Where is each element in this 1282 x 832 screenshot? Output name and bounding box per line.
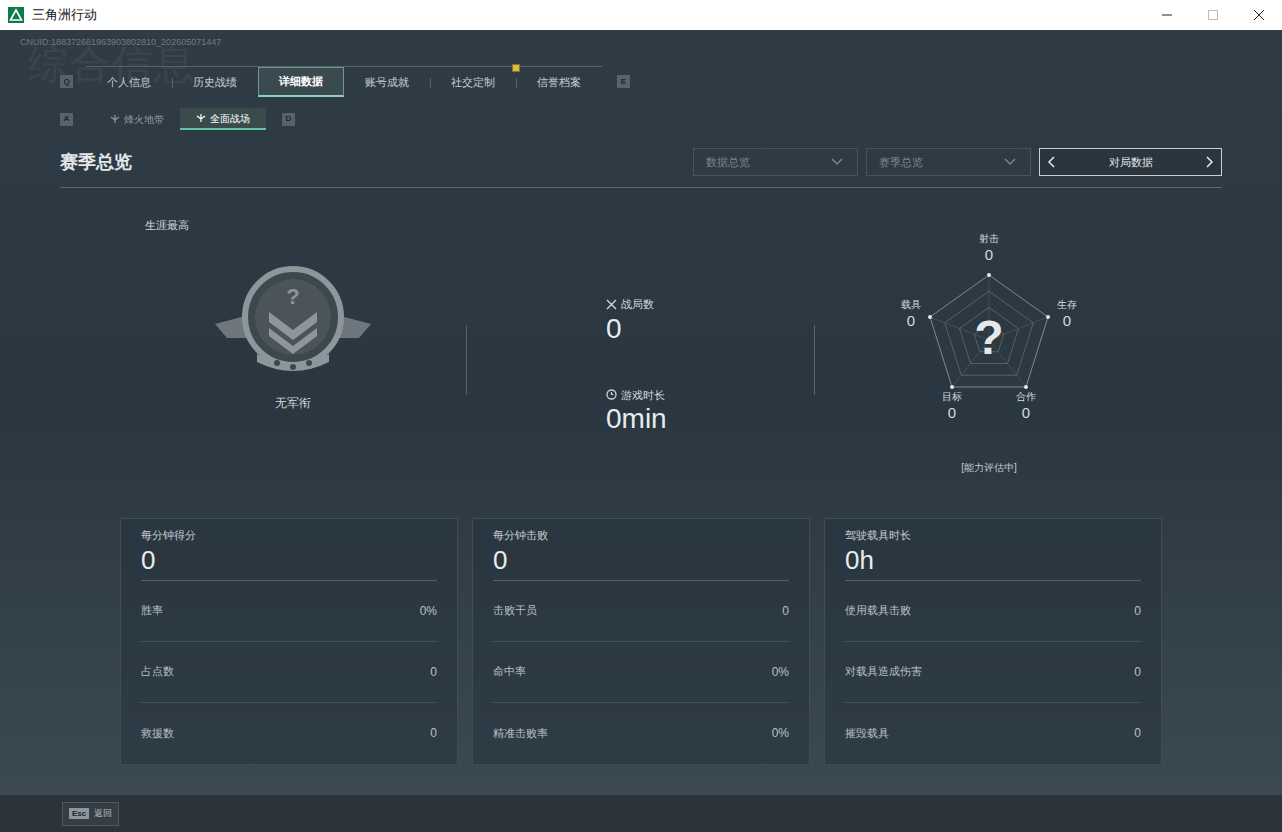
radar-axis: 合作0 (1001, 390, 1051, 422)
card-value: 0h (845, 544, 1141, 581)
main-tab[interactable]: 详细数据 (258, 67, 344, 97)
main-tab[interactable]: 历史战绩 (172, 67, 258, 97)
crossed-swords-icon (606, 299, 617, 310)
card-row: 精准击败率0% (493, 703, 789, 764)
filter-dropdown[interactable]: 数据总览 (693, 148, 858, 176)
main-tab[interactable]: 账号成就 (344, 67, 430, 97)
previous-arrow-icon (1044, 154, 1060, 170)
bottom-bar: Esc返回 (0, 795, 1282, 832)
tab-separator (430, 78, 431, 88)
mode-icon (196, 113, 206, 123)
card-row: 击败干员0 (493, 581, 789, 642)
next-arrow-icon (1201, 154, 1217, 170)
rank-emblem-icon: ? (213, 262, 373, 382)
tab-separator (516, 78, 517, 88)
summary-value: 0 (606, 313, 814, 345)
main-tab-bar: 个人信息历史战绩详细数据账号成就社交定制信誉档案 (86, 66, 602, 97)
main-tab[interactable]: 个人信息 (86, 67, 172, 97)
back-button[interactable]: Esc返回 (62, 802, 119, 826)
content: 综合信息CNUID:188372681963903802810_20260507… (0, 30, 1282, 795)
radar-axis: 载具0 (886, 298, 936, 330)
next-subtab-key[interactable]: D (282, 113, 295, 126)
card-row: 救援数0 (141, 703, 437, 764)
summary-value: 0min (606, 403, 814, 435)
card-row: 摧毁载具0 (845, 703, 1141, 764)
radar-chart: ? 射击0 生存0 合作0 目标0 载具0 (869, 230, 1109, 440)
divider (466, 325, 467, 395)
card-title: 每分钟得分 (141, 527, 437, 544)
prev-tab-key[interactable]: Q (60, 75, 73, 88)
radar-axis: 射击0 (964, 232, 1014, 264)
app-window: 三角洲行动综合信息CNUID:188372681963903802810_202… (0, 0, 1282, 832)
minimize-icon (1162, 10, 1172, 20)
maximize-icon (1208, 10, 1218, 20)
tab-separator (172, 78, 173, 88)
radar-center-mark: ? (969, 314, 1009, 362)
uid-text: CNUID:188372681963903802810_202605071447 (0, 30, 1282, 48)
mode-icon (110, 114, 120, 124)
clock-icon (606, 389, 617, 400)
data-switcher[interactable]: 对局数据 (1039, 148, 1222, 176)
close-icon (1254, 10, 1264, 20)
window-title: 三角洲行动 (32, 5, 97, 25)
summary-stat: 战局数0 (606, 296, 814, 345)
main-tab[interactable]: 社交定制 (430, 67, 516, 97)
svg-text:?: ? (286, 284, 299, 309)
prev-subtab-key[interactable]: A (60, 113, 73, 126)
card-row: 胜率0% (141, 581, 437, 642)
section-title: 赛季总览 (60, 149, 132, 176)
rank-caption: 生涯最高 (145, 217, 466, 234)
minimize-button[interactable] (1144, 0, 1190, 30)
card-row: 对载具造成伤害0 (845, 642, 1141, 703)
stat-cards: 每分钟得分0胜率0%占点数0救援数0每分钟击败0击败干员0命中率0%精准击败率0… (120, 518, 1162, 765)
card-row: 命中率0% (493, 642, 789, 703)
overview: 生涯最高? 无军衔 战局数0 游戏时长0min? 射击0 生存0 合作0 目标0 载具0 [能力评… (60, 188, 1222, 518)
filter-dropdown[interactable]: 赛季总览 (866, 148, 1031, 176)
summary-stat: 游戏时长0min (606, 387, 814, 436)
sub-tab[interactable]: 烽火地带 (94, 108, 180, 130)
stat-card: 每分钟击败0击败干员0命中率0%精准击败率0% (472, 518, 810, 765)
sub-tab-row: A 烽火地带全面战场 D (0, 108, 1282, 130)
app-logo-icon (8, 7, 24, 23)
dropdown-chevron-icon (1002, 154, 1018, 170)
card-row: 使用载具击败0 (845, 581, 1141, 642)
tab-badge (512, 64, 520, 72)
dropdown-chevron-icon (829, 154, 845, 170)
close-button[interactable] (1236, 0, 1282, 30)
next-tab-key[interactable]: E (617, 75, 630, 88)
rank-name: 无军衔 (275, 394, 311, 412)
stat-card: 驾驶载具时长0h使用载具击败0对载具造成伤害0摧毁载具0 (824, 518, 1162, 765)
section-header: 赛季总览数据总览赛季总览对局数据 (60, 148, 1222, 188)
esc-key: Esc (69, 808, 89, 819)
ability-panel: ? 射击0 生存0 合作0 目标0 载具0 [能力评估中] (869, 230, 1109, 475)
sub-tab[interactable]: 全面战场 (180, 108, 266, 130)
card-title: 驾驶载具时长 (845, 527, 1141, 544)
title-bar: 三角洲行动 (0, 0, 1282, 30)
divider (814, 325, 815, 395)
card-value: 0 (493, 544, 789, 581)
card-value: 0 (141, 544, 437, 581)
ability-status: [能力评估中] (961, 460, 1017, 475)
radar-axis: 生存0 (1042, 298, 1092, 330)
summary-panel: 战局数0 游戏时长0min (467, 188, 814, 435)
main-tab[interactable]: 信誉档案 (516, 67, 602, 97)
main-tab-row: Q 个人信息历史战绩详细数据账号成就社交定制信誉档案 E (0, 66, 1282, 97)
radar-axis: 目标0 (927, 390, 977, 422)
card-title: 每分钟击败 (493, 527, 789, 544)
maximize-button[interactable] (1190, 0, 1236, 30)
stat-card: 每分钟得分0胜率0%占点数0救援数0 (120, 518, 458, 765)
card-row: 占点数0 (141, 642, 437, 703)
rank-panel: 生涯最高? 无军衔 (60, 188, 466, 412)
